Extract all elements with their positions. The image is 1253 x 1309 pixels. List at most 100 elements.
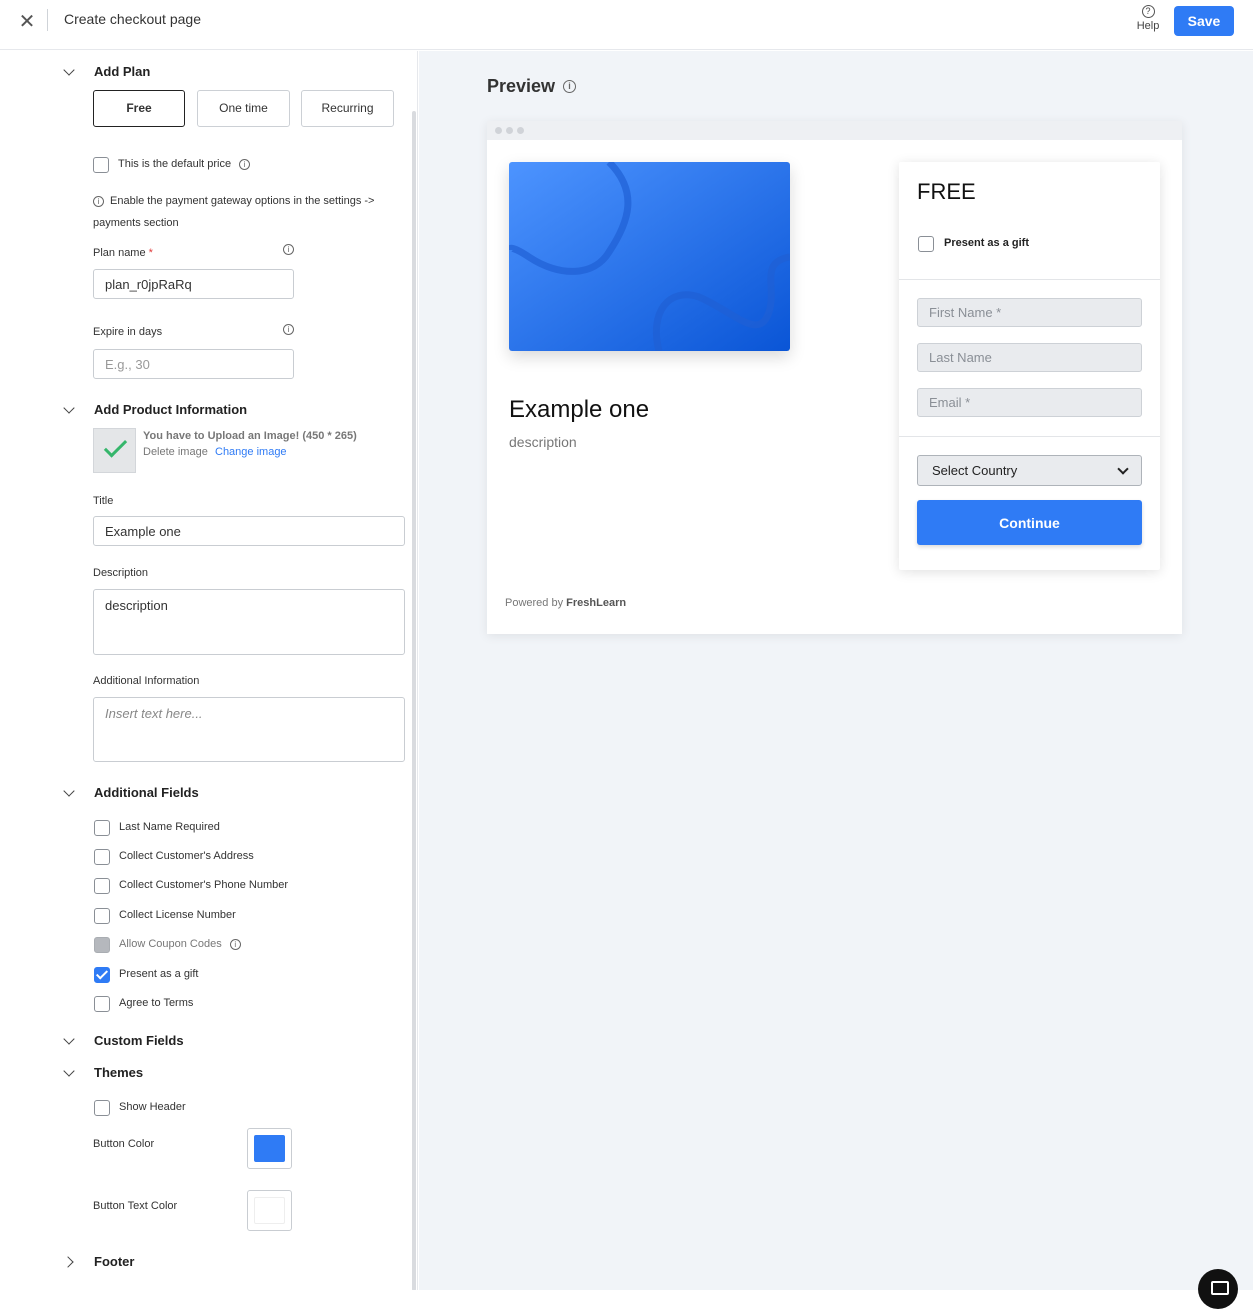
preview-heading: Preview i xyxy=(487,76,577,97)
button-color-label: Button Color xyxy=(93,1138,155,1150)
preview-product-title: Example one xyxy=(509,396,650,423)
field-label-text: Allow Coupon Codes xyxy=(119,938,222,950)
chevron-right-icon[interactable] xyxy=(64,1257,74,1267)
button-text-color-picker[interactable] xyxy=(247,1190,292,1231)
default-price-checkbox[interactable] xyxy=(93,157,109,173)
powered-prefix: Powered by xyxy=(505,597,564,609)
show-header-label: Show Header xyxy=(119,1101,186,1113)
divider xyxy=(47,9,48,31)
allow-coupon-checkbox xyxy=(94,937,110,953)
browser-bar xyxy=(487,121,1182,140)
title-input[interactable]: Example one xyxy=(93,516,405,546)
close-icon[interactable]: ✕ xyxy=(18,11,36,33)
country-select[interactable]: Select Country xyxy=(917,455,1142,486)
save-button[interactable]: Save xyxy=(1174,6,1234,36)
field-label: Allow Coupon Codes i xyxy=(119,938,241,950)
chevron-down-icon[interactable] xyxy=(64,1036,74,1046)
last-name-required-checkbox[interactable] xyxy=(94,820,110,836)
change-image-link[interactable]: Change image xyxy=(215,446,287,458)
top-bar: ✕ Create checkout page ? Help Save xyxy=(0,0,1253,50)
button-color-picker[interactable] xyxy=(247,1128,292,1169)
preview-price: FREE xyxy=(917,179,976,204)
info-icon[interactable]: i xyxy=(283,244,294,255)
window-dot xyxy=(517,127,524,134)
email-input[interactable]: Email * xyxy=(917,388,1142,417)
plan-name-label: Plan name * xyxy=(93,247,153,259)
section-title: Footer xyxy=(94,1254,135,1269)
collect-address-checkbox[interactable] xyxy=(94,849,110,865)
hero-graphic xyxy=(509,162,790,351)
gateway-note-line2: payments section xyxy=(93,217,179,229)
continue-button[interactable]: Continue xyxy=(917,500,1142,545)
field-label: Agree to Terms xyxy=(119,997,194,1009)
expire-days-label: Expire in days xyxy=(93,326,163,338)
default-price-text: This is the default price xyxy=(118,158,232,170)
gateway-note-text: Enable the payment gateway options in th… xyxy=(110,195,375,207)
product-hero-image xyxy=(509,162,790,351)
section-themes[interactable]: Themes xyxy=(64,1065,143,1080)
section-add-plan[interactable]: Add Plan xyxy=(64,64,150,79)
required-mark: * xyxy=(148,247,153,259)
collect-phone-checkbox[interactable] xyxy=(94,878,110,894)
section-title: Additional Fields xyxy=(94,785,199,800)
upload-message: You have to Upload an Image! (450 * 265) xyxy=(143,430,357,442)
plan-type-recurring-button[interactable]: Recurring xyxy=(301,90,394,127)
powered-by: Powered by FreshLearn xyxy=(505,597,626,609)
chevron-down-icon[interactable] xyxy=(64,1068,74,1078)
editor-panel[interactable] xyxy=(0,51,418,1290)
description-label: Description xyxy=(93,567,149,579)
field-label: Collect Customer's Phone Number xyxy=(119,879,289,891)
collect-license-checkbox[interactable] xyxy=(94,908,110,924)
field-label: Collect License Number xyxy=(119,909,236,921)
first-name-input[interactable]: First Name * xyxy=(917,298,1142,327)
section-footer[interactable]: Footer xyxy=(64,1254,134,1269)
info-icon[interactable]: i xyxy=(239,158,251,170)
present-as-gift-checkbox[interactable] xyxy=(94,967,110,983)
additional-info-textarea[interactable]: Insert text here... xyxy=(93,697,405,762)
chat-icon[interactable] xyxy=(1198,1269,1238,1309)
plan-type-one-time-button[interactable]: One time xyxy=(197,90,290,127)
section-additional-fields[interactable]: Additional Fields xyxy=(64,785,199,800)
gateway-note: i Enable the payment gateway options in t… xyxy=(93,195,374,207)
section-title: Themes xyxy=(94,1065,144,1080)
field-label: Present as a gift xyxy=(119,968,199,980)
section-add-product[interactable]: Add Product Information xyxy=(64,402,247,417)
plan-name-input[interactable]: plan_r0jpRaRq xyxy=(93,269,294,299)
expire-days-input[interactable]: E.g., 30 xyxy=(93,349,294,379)
help-button[interactable]: ? Help xyxy=(1133,5,1163,32)
button-color-swatch xyxy=(254,1135,285,1162)
info-icon[interactable]: i xyxy=(229,938,241,950)
preview-gift-label: Present as a gift xyxy=(944,237,1029,249)
chevron-down-icon[interactable] xyxy=(64,67,74,77)
check-icon xyxy=(103,434,128,458)
card-divider xyxy=(899,436,1160,437)
scrollbar[interactable] xyxy=(412,111,416,1290)
chevron-down-icon[interactable] xyxy=(64,788,74,798)
plan-type-free-button[interactable]: Free xyxy=(93,90,185,127)
section-custom-fields[interactable]: Custom Fields xyxy=(64,1033,184,1048)
field-label: Last Name Required xyxy=(119,821,220,833)
button-text-color-swatch xyxy=(254,1197,285,1224)
info-icon: i xyxy=(93,195,104,207)
preview-product-description: description xyxy=(509,434,577,450)
section-title: Custom Fields xyxy=(94,1033,184,1048)
chevron-down-icon[interactable] xyxy=(64,405,74,415)
product-image-thumbnail xyxy=(93,428,136,473)
field-label: Collect Customer's Address xyxy=(119,850,254,862)
section-title: Add Plan xyxy=(94,64,151,79)
section-title: Add Product Information xyxy=(94,402,248,417)
preview-heading-text: Preview xyxy=(487,76,556,96)
show-header-checkbox[interactable] xyxy=(94,1100,110,1116)
info-icon[interactable]: i xyxy=(283,324,294,335)
info-icon[interactable]: i xyxy=(563,80,577,93)
last-name-input[interactable]: Last Name xyxy=(917,343,1142,372)
page-title: Create checkout page xyxy=(64,11,201,27)
window-dot xyxy=(495,127,502,134)
preview-gift-checkbox[interactable] xyxy=(918,236,934,252)
help-icon: ? xyxy=(1141,5,1155,18)
description-textarea[interactable]: description xyxy=(93,589,405,655)
agree-terms-checkbox[interactable] xyxy=(94,996,110,1012)
card-divider xyxy=(899,279,1160,280)
default-price-label: This is the default price i xyxy=(118,158,251,170)
delete-image-link[interactable]: Delete image xyxy=(143,446,208,458)
